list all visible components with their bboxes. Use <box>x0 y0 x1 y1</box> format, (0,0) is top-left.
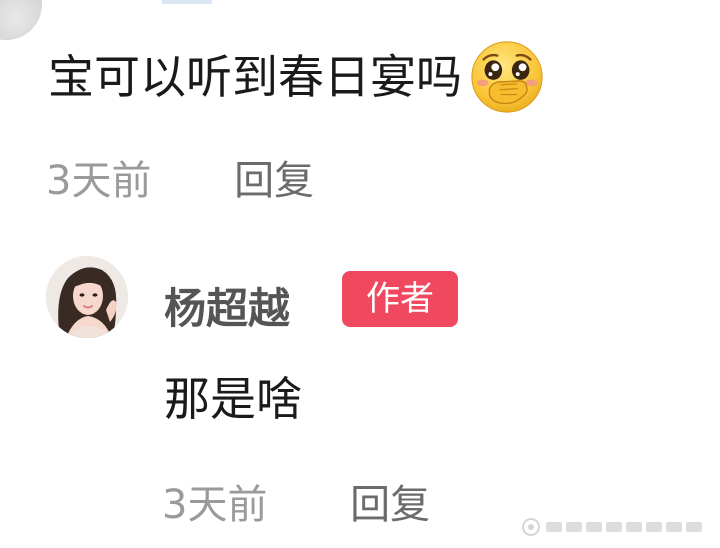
author-avatar-portrait-icon <box>46 256 128 338</box>
watermark-icon <box>522 518 702 536</box>
author-avatar[interactable] <box>46 256 128 338</box>
reply-button[interactable]: 回复 <box>234 158 314 204</box>
reply-meta: 3天前 回复 <box>162 472 430 530</box>
reply-button[interactable]: 回复 <box>350 482 430 528</box>
comment-text: 宝可以听到春日宴吗 <box>48 50 462 104</box>
author-badge: 作者 <box>342 271 458 327</box>
comment-time: 3天前 <box>46 158 152 204</box>
username-highlight <box>162 0 212 4</box>
pleading-face-emoji-icon <box>471 41 543 113</box>
author-username[interactable]: 杨超越 <box>164 275 290 336</box>
comment-body: 宝可以听到春日宴吗 <box>48 38 546 116</box>
reply-text: 那是啥 <box>164 372 302 426</box>
comment-meta: 3天前 回复 <box>46 148 314 206</box>
commenter-avatar[interactable] <box>0 0 42 40</box>
reply-time: 3天前 <box>162 482 268 528</box>
